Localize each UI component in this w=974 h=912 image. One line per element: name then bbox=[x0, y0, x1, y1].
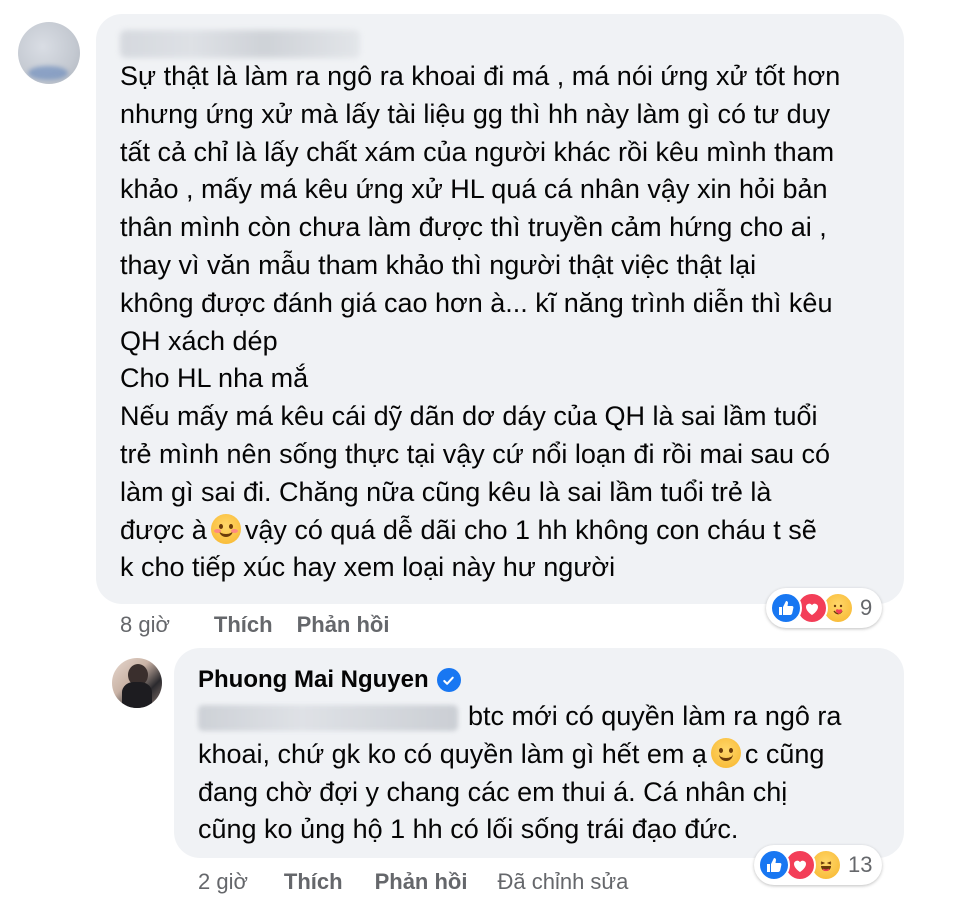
reply-reply-button[interactable]: Phản hồi bbox=[375, 869, 468, 895]
redacted-author-name bbox=[120, 30, 360, 58]
like-button[interactable]: Thích bbox=[214, 612, 273, 638]
reply-text: btc mới có quyền làm ra ngô ra khoai, ch… bbox=[198, 701, 842, 845]
edited-label: Đã chỉnh sửa bbox=[497, 869, 629, 894]
smile-emoji-icon bbox=[710, 737, 741, 768]
reply-reaction-summary[interactable]: 13 bbox=[754, 845, 883, 885]
verified-badge-icon bbox=[436, 668, 461, 692]
redacted-mention[interactable] bbox=[198, 704, 458, 731]
smiling-blush-emoji-icon bbox=[210, 513, 241, 544]
comment-text: Sự thật là làm ra ngô ra khoai đi má , m… bbox=[120, 61, 841, 583]
reply-like-button[interactable]: Thích bbox=[284, 869, 343, 895]
comment-timestamp[interactable]: 8 giờ bbox=[120, 612, 170, 638]
reaction-count: 9 bbox=[860, 595, 873, 620]
reply-author-avatar[interactable] bbox=[112, 658, 162, 708]
reaction-summary[interactable]: 9 bbox=[766, 588, 883, 628]
reaction-count: 13 bbox=[848, 852, 873, 877]
reply-actions: 2 giờ Thích Phản hồi Đã chỉnh sửa bbox=[198, 867, 628, 897]
like-icon bbox=[770, 592, 802, 624]
reply-button[interactable]: Phản hồi bbox=[297, 612, 390, 638]
reply-timestamp[interactable]: 2 giờ bbox=[198, 869, 248, 895]
comment-bubble: Sự thật là làm ra ngô ra khoai đi má , m… bbox=[96, 14, 904, 604]
reply-author-name[interactable]: Phuong Mai Nguyen bbox=[198, 666, 429, 694]
reply-bubble: Phuong Mai Nguyen btc mới có quyền làm r… bbox=[174, 648, 904, 858]
commenter-avatar[interactable] bbox=[18, 22, 80, 84]
comment-actions: 8 giờ Thích Phản hồi bbox=[120, 610, 389, 640]
like-icon bbox=[758, 849, 790, 881]
